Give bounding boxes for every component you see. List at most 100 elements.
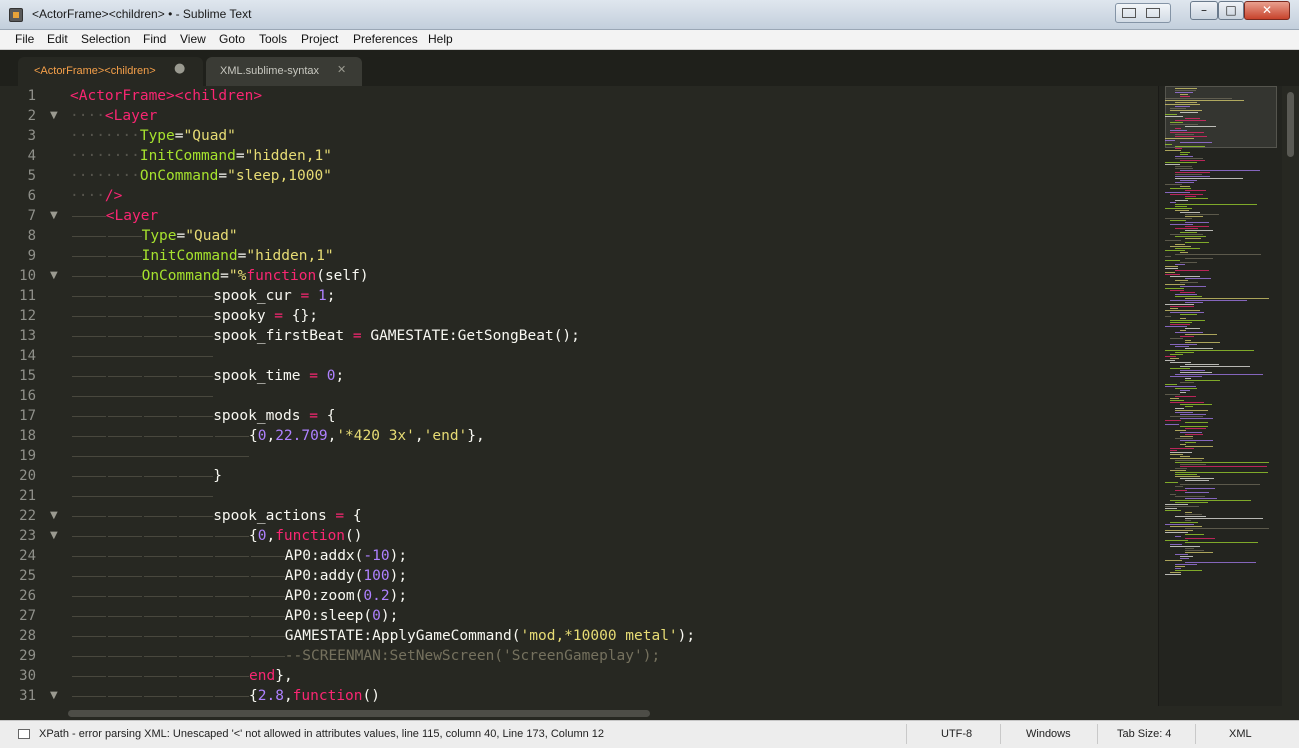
tab-close-icon[interactable]: ✕ <box>337 63 346 76</box>
minimap-line <box>1185 242 1209 243</box>
line-number: 15 <box>19 368 36 384</box>
tab-actorframe[interactable]: <ActorFrame><children> ● <box>18 57 203 86</box>
status-line-endings[interactable]: Windows <box>1026 728 1071 740</box>
horizontal-scrollbar[interactable] <box>68 706 1158 720</box>
minimap-line <box>1165 184 1182 185</box>
sublime-window: <ActorFrame><children> • - Sublime Text … <box>0 0 1299 748</box>
minimap-line <box>1165 116 1183 117</box>
indent-guide <box>107 276 142 277</box>
status-tab-size[interactable]: Tab Size: 4 <box>1117 728 1171 740</box>
minimap-line <box>1170 450 1177 451</box>
indent-guide <box>179 616 214 617</box>
minimap-line <box>1185 214 1219 215</box>
minimap-line <box>1175 92 1193 93</box>
line-number: 14 <box>19 348 36 364</box>
minimap-line <box>1175 106 1190 107</box>
fold-arrow-icon[interactable]: ▼ <box>50 266 62 286</box>
minimap-line <box>1165 274 1180 275</box>
close-icon: ✕ <box>1261 3 1273 17</box>
line-number: 11 <box>19 288 36 304</box>
title-bar[interactable]: <ActorFrame><children> • - Sublime Text … <box>0 0 1299 30</box>
minimap-line <box>1175 280 1188 281</box>
minimap-line <box>1170 470 1186 471</box>
restore-layout-icon <box>1122 8 1136 18</box>
code-editor[interactable]: <ActorFrame><children> ····<Layer ········… <box>68 86 1158 706</box>
minimap-line <box>1165 162 1197 163</box>
fold-arrow-icon[interactable]: ▼ <box>50 686 62 706</box>
minimap-line <box>1180 170 1260 171</box>
minimap-line <box>1180 390 1190 391</box>
indent-guide <box>143 376 178 377</box>
minimap-line <box>1165 482 1178 483</box>
indent-guide <box>143 476 178 477</box>
menu-selection[interactable]: Selection <box>81 32 130 46</box>
minimap-line <box>1175 120 1206 121</box>
minimap[interactable] <box>1158 86 1282 706</box>
indent-guide <box>143 516 178 517</box>
maximize-button[interactable]: □ <box>1218 1 1244 20</box>
minimap-line <box>1180 370 1205 371</box>
minimap-line <box>1180 464 1206 465</box>
indent-guide <box>143 596 178 597</box>
status-divider <box>906 724 907 744</box>
menu-view[interactable]: View <box>180 32 206 46</box>
title-extra-buttons[interactable] <box>1115 3 1171 23</box>
indent-guide <box>143 416 178 417</box>
tab-xml-syntax[interactable]: XML.sublime-syntax ✕ <box>206 57 362 86</box>
menu-help[interactable]: Help <box>428 32 453 46</box>
fold-arrow-icon[interactable]: ▼ <box>50 106 62 126</box>
minimap-line <box>1170 416 1203 417</box>
indent-guide <box>72 676 106 677</box>
vertical-scrollbar[interactable] <box>1283 86 1299 706</box>
fold-arrow-icon[interactable]: ▼ <box>50 526 62 546</box>
close-button[interactable]: ✕ <box>1244 1 1290 20</box>
minimap-line <box>1175 460 1202 461</box>
vertical-scroll-thumb[interactable] <box>1287 92 1294 157</box>
status-panel-icon[interactable] <box>18 729 30 739</box>
indent-guide <box>251 616 285 617</box>
line-number: 9 <box>27 248 36 264</box>
minimap-line <box>1175 206 1187 207</box>
indent-guide <box>72 436 106 437</box>
status-syntax[interactable]: XML <box>1229 728 1252 740</box>
tab-dirty-icon[interactable]: ● <box>174 61 185 76</box>
indent-guide <box>107 656 142 657</box>
minimap-line <box>1180 426 1208 427</box>
status-divider <box>1195 724 1196 744</box>
minimap-line <box>1185 340 1191 341</box>
fold-arrow-icon[interactable]: ▼ <box>50 506 62 526</box>
menu-project[interactable]: Project <box>301 32 338 46</box>
menu-goto[interactable]: Goto <box>219 32 245 46</box>
minimap-line <box>1165 386 1196 387</box>
minimize-button[interactable]: – <box>1190 1 1218 20</box>
line-number-gutter[interactable]: 1 2 3 4 5 6 7 8 9 10 11 12 13 14 15 16 1… <box>0 86 68 706</box>
minimap-line <box>1180 418 1213 419</box>
indent-guide <box>215 576 249 577</box>
menu-preferences[interactable]: Preferences <box>353 32 418 46</box>
minimap-line <box>1175 176 1210 177</box>
menu-tools[interactable]: Tools <box>259 32 287 46</box>
fold-arrow-icon[interactable]: ▼ <box>50 206 62 226</box>
minimap-line <box>1165 256 1171 257</box>
horizontal-scroll-thumb[interactable] <box>68 710 650 717</box>
minimap-line <box>1175 264 1185 265</box>
minimap-line <box>1165 304 1194 305</box>
code-line: spook_actions = { <box>213 508 362 524</box>
minimap-line <box>1165 532 1188 533</box>
indent-guide <box>72 616 106 617</box>
minimap-line <box>1175 168 1193 169</box>
minimap-line <box>1185 378 1191 379</box>
indent-guide <box>107 696 142 697</box>
minimap-line <box>1165 310 1200 311</box>
menu-file[interactable]: File <box>15 32 34 46</box>
status-encoding[interactable]: UTF-8 <box>941 728 972 740</box>
code-line: ········Type="Quad" <box>70 128 236 144</box>
indent-guide <box>143 616 178 617</box>
code-line: <Layer <box>105 208 159 224</box>
menu-find[interactable]: Find <box>143 32 166 46</box>
minimap-line <box>1175 408 1184 409</box>
minimap-line <box>1180 404 1212 405</box>
menu-edit[interactable]: Edit <box>47 32 68 46</box>
minimap-line <box>1180 556 1193 557</box>
minimap-line <box>1185 230 1213 231</box>
